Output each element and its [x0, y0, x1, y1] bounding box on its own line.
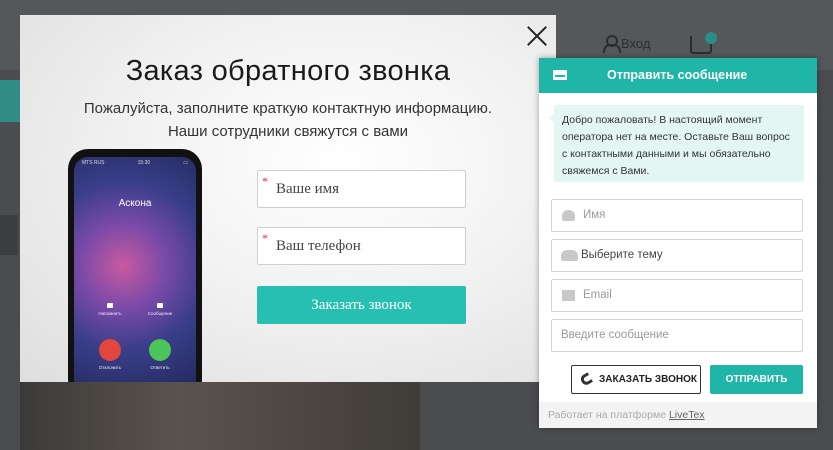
phone-message-label: Сообщение: [147, 311, 173, 316]
chat-greeting-message: Добро пожаловать! В настоящий момент опе…: [549, 105, 804, 182]
account-link[interactable]: Вход: [603, 35, 651, 53]
chat-topic-value: Выберите тему: [581, 249, 663, 261]
chat-name-input[interactable]: Имя: [551, 199, 803, 232]
battery-icon: ▭: [183, 160, 188, 166]
callback-phone-input[interactable]: * Ваш телефон: [257, 227, 466, 265]
chat-email-placeholder: Email: [583, 289, 612, 301]
order-call-button[interactable]: Заказать звонок: [257, 286, 466, 324]
callback-phone-placeholder: Ваш телефон: [276, 238, 361, 254]
phone-illustration: MTS RUS 15:30 ▭ Аскона Напомнить Сообщен…: [68, 149, 202, 382]
chat-topic-select[interactable]: Выберите тему: [551, 239, 803, 272]
site-photo-fragment: [20, 382, 420, 450]
chat-email-input[interactable]: Email: [551, 279, 803, 312]
user-icon: [562, 210, 575, 221]
envelope-icon: [553, 70, 567, 80]
site-menu-strip: [0, 80, 20, 122]
chat-footer-text: Работает на платформе: [548, 409, 667, 421]
phone-screen: MTS RUS 15:30 ▭ Аскона Напомнить Сообщен…: [74, 157, 196, 382]
phone-remind: Напомнить: [90, 303, 130, 316]
cart-badge: [705, 32, 717, 44]
phone-message: Сообщение: [140, 303, 180, 316]
phone-accept-label: Ответить: [150, 365, 170, 370]
phone-time: 15:30: [137, 160, 151, 166]
modal-subtitle-line1: Пожалуйста, заполните краткую контактную…: [83, 100, 493, 117]
chat-send-button[interactable]: ОТПРАВИТЬ: [710, 365, 803, 394]
chat-message-input[interactable]: Введите сообщение: [551, 319, 803, 352]
phone-remind-label: Напомнить: [98, 311, 122, 316]
message-icon: [157, 303, 163, 308]
alarm-icon: [107, 303, 113, 308]
callback-modal: Заказ обратного звонка Пожалуйста, запол…: [20, 15, 556, 382]
users-icon: [561, 250, 578, 261]
site-content-fragment: [0, 215, 18, 255]
required-mark: *: [262, 231, 268, 245]
chat-widget: Отправить сообщение Добро пожаловать! В …: [539, 58, 817, 428]
chat-header[interactable]: Отправить сообщение: [539, 58, 817, 93]
phone-carrier: MTS RUS: [82, 160, 105, 166]
chat-message-placeholder: Введите сообщение: [561, 329, 669, 341]
required-mark: *: [262, 174, 268, 188]
livetex-link[interactable]: LiveTex: [669, 409, 705, 421]
phone-caller-name: Аскона: [118, 198, 152, 209]
modal-subtitle: Пожалуйста, заполните краткую контактную…: [20, 97, 556, 143]
account-label: Вход: [621, 35, 651, 51]
phone-decline-label: Отклонить: [98, 365, 122, 370]
chat-order-call-label: ЗАКАЗАТЬ ЗВОНОК: [599, 374, 697, 385]
callback-name-input[interactable]: * Ваше имя: [257, 170, 466, 208]
envelope-icon: [562, 290, 575, 301]
accept-call-icon: [149, 339, 171, 361]
chat-header-title: Отправить сообщение: [607, 68, 748, 82]
close-icon[interactable]: [526, 25, 548, 47]
decline-call-icon: [99, 339, 121, 361]
modal-subtitle-line2: Наши сотрудники свяжутся с вами: [167, 123, 409, 140]
modal-title: Заказ обратного звонка: [125, 55, 451, 87]
chat-name-placeholder: Имя: [583, 209, 606, 221]
user-icon: [603, 35, 621, 53]
chat-footer: Работает на платформе LiveTex: [539, 402, 817, 428]
phone-icon: [578, 372, 594, 387]
chat-order-call-button[interactable]: ЗАКАЗАТЬ ЗВОНОК: [571, 365, 701, 394]
callback-name-placeholder: Ваше имя: [276, 181, 340, 197]
phone-status-bar: MTS RUS 15:30 ▭: [82, 160, 188, 166]
